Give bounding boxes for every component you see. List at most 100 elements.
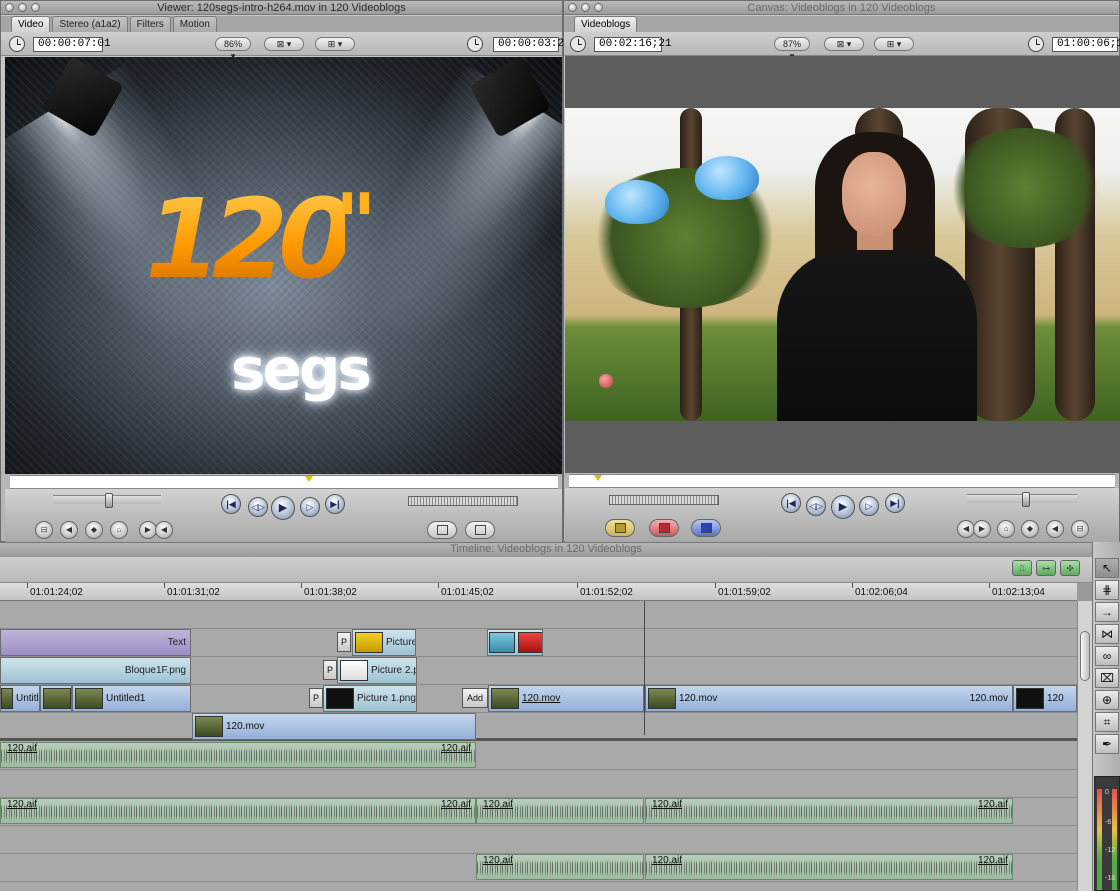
tab-video[interactable]: Video	[11, 16, 51, 32]
canvas-close-icon[interactable]	[568, 3, 577, 12]
canvas-scrubber-bar[interactable]	[569, 474, 1115, 488]
canvas-play-around-button[interactable]: ▷	[859, 496, 879, 516]
viewer-next-edit-button[interactable]: ▶|	[325, 494, 345, 514]
linking-toggle-icon[interactable]: ⊶	[1036, 560, 1056, 576]
viewer-shuttle-slider[interactable]	[53, 493, 161, 508]
viewer-scrubber-bar[interactable]	[10, 475, 558, 489]
viewer-add-keyframe-button[interactable]: ◆	[85, 521, 103, 539]
canvas-playhead-icon[interactable]	[594, 475, 602, 481]
untitled-clip-b[interactable]	[40, 685, 72, 712]
viewer-add-marker-button[interactable]: ⌂	[110, 521, 128, 539]
canvas-add-marker-button[interactable]: ⌂	[997, 520, 1015, 538]
viewer-recent-clips-popup[interactable]	[427, 521, 457, 539]
canvas-zoom-popup[interactable]: 87% ▾	[774, 37, 810, 61]
tab-stereo[interactable]: Stereo (a1a2)	[52, 16, 128, 32]
crop-tool-icon[interactable]: ⌗	[1095, 712, 1119, 732]
audio-clip-a2-c[interactable]: 120.aif 120.aif	[645, 798, 1013, 824]
viewer-play-around-button[interactable]: ▷	[300, 497, 320, 517]
insert-edit-button[interactable]	[605, 519, 635, 537]
twitter-bird-right-icon	[695, 156, 759, 200]
timeline-titlebar[interactable]: Timeline: Videoblogs in 120 Videoblogs	[0, 542, 1092, 556]
picture-1-clip[interactable]: Picture 1.png	[323, 685, 417, 712]
canvas-next-edit-button[interactable]: ▶|	[885, 493, 905, 513]
mov-clip-b[interactable]: 120.mov 120.mov	[645, 685, 1013, 712]
audio-clip-a2-b[interactable]: 120.aif	[476, 798, 644, 824]
untitled1-clip[interactable]: Untitled1	[72, 685, 191, 712]
selection-tool-icon[interactable]: ↖	[1095, 558, 1119, 578]
presenter-shirt	[777, 250, 977, 421]
canvas-titlebar[interactable]: Canvas: Videoblogs in 120 Videoblogs	[564, 1, 1119, 15]
add-transition-flag[interactable]: Add	[462, 688, 488, 708]
canvas-duration-field[interactable]: 00:02:16;21	[594, 37, 672, 52]
viewer-play-in-out-button[interactable]: ◁▷	[248, 497, 268, 517]
viewer-generators-popup[interactable]	[465, 521, 495, 539]
audio-clip-a2[interactable]: 120.aif 120.aif	[0, 798, 476, 824]
audio-clip-a1[interactable]: 120.aif 120.aif	[0, 742, 476, 768]
viewer-overlay-popup[interactable]: ⊞ ▾	[315, 37, 355, 51]
tab-filters[interactable]: Filters	[129, 16, 171, 32]
mov-clip-a[interactable]: 120.mov	[488, 685, 644, 712]
viewer-playhead-icon[interactable]	[305, 476, 313, 482]
viewer-match-frame-button[interactable]: ⊟	[35, 521, 53, 539]
canvas-current-timecode-field[interactable]: 01:00:06;13	[1052, 37, 1120, 52]
canvas-match-frame-button[interactable]: ⊟	[1071, 520, 1089, 538]
canvas-video-frame[interactable]	[565, 108, 1120, 421]
track-forward-tool-icon[interactable]: →	[1095, 602, 1119, 622]
viewer-view-popup[interactable]: ⊠ ▾	[264, 37, 304, 51]
bloque-png-clip[interactable]: Bloque1F.png	[0, 657, 191, 684]
viewer-video-frame[interactable]: 120 " segs	[5, 57, 562, 474]
canvas-view-popup[interactable]: ⊠ ▾	[824, 37, 864, 51]
window-controls	[5, 3, 40, 12]
snapping-toggle-icon[interactable]: ⎍	[1012, 560, 1032, 576]
canvas-overlay-popup[interactable]: ⊞ ▾	[874, 37, 914, 51]
viewer-mark-clip-button[interactable]: ◀	[155, 521, 173, 539]
viewer-zoom-popup[interactable]: 86% ▾	[215, 37, 251, 61]
viewer-mark-in-button[interactable]: ◀	[60, 521, 78, 539]
social-logo-clip[interactable]	[487, 629, 543, 656]
audio-clip-a3-b[interactable]: 120.aif	[476, 854, 644, 880]
canvas-mark-out-button[interactable]: ▶	[973, 520, 991, 538]
canvas-jog-wheel[interactable]	[609, 495, 719, 505]
mov-clip-lower[interactable]: 120.mov	[192, 713, 476, 740]
mov-clip-c[interactable]: 120	[1013, 685, 1077, 712]
replace-edit-button[interactable]	[691, 519, 721, 537]
close-icon[interactable]	[5, 3, 14, 12]
edit-selection-tool-icon[interactable]: ⋕	[1095, 580, 1119, 600]
selection-toggle-icon[interactable]: ✣	[1060, 560, 1080, 576]
untitled-clip-a[interactable]: Untitl	[0, 685, 40, 712]
tab-videoblogs[interactable]: Videoblogs	[574, 16, 638, 32]
tab-motion[interactable]: Motion	[172, 16, 217, 32]
viewer-duration-field[interactable]: 00:00:07:01	[33, 37, 111, 52]
overwrite-edit-button[interactable]	[649, 519, 679, 537]
viewer-jog-wheel[interactable]	[408, 496, 518, 506]
transition-flag[interactable]: P	[309, 688, 323, 708]
ripple-tool-icon[interactable]: ⋈	[1095, 624, 1119, 644]
viewer-play-button[interactable]: ▶	[271, 496, 295, 520]
audio-clip-a3-c[interactable]: 120.aif 120.aif	[645, 854, 1013, 880]
picture-clip[interactable]: Picture	[352, 629, 416, 656]
viewer-titlebar[interactable]: Viewer: 120segs-intro-h264.mov in 120 Vi…	[1, 1, 562, 15]
canvas-zoom-icon[interactable]	[594, 3, 603, 12]
timeline-ruler[interactable]: 01:01:24;02 01:01:31;02 01:01:38;02 01:0…	[0, 583, 1077, 601]
canvas-add-keyframe-button[interactable]: ◆	[1021, 520, 1039, 538]
canvas-play-in-out-button[interactable]: ◁▷	[806, 496, 826, 516]
canvas-prev-edit-button[interactable]: |◀	[781, 493, 801, 513]
minimize-icon[interactable]	[18, 3, 27, 12]
timeline-vertical-scrollbar[interactable]	[1077, 601, 1092, 891]
scrollbar-thumb[interactable]	[1080, 631, 1090, 681]
picture-2-clip[interactable]: Picture 2.p	[337, 657, 417, 684]
transition-flag[interactable]: P	[337, 632, 351, 652]
viewer-current-timecode-field[interactable]: 00:00:03:24	[493, 37, 571, 52]
transition-flag[interactable]: P	[323, 660, 337, 680]
razor-tool-icon[interactable]: ⌧	[1095, 668, 1119, 688]
roll-tool-icon[interactable]: ∞	[1095, 646, 1119, 666]
text-clip[interactable]: Text	[0, 629, 191, 656]
zoom-icon[interactable]	[31, 3, 40, 12]
canvas-minimize-icon[interactable]	[581, 3, 590, 12]
canvas-play-button[interactable]: ▶	[831, 495, 855, 519]
canvas-shuttle-slider[interactable]	[967, 492, 1077, 507]
pen-tool-icon[interactable]: ✒	[1095, 734, 1119, 754]
canvas-mark-in-button[interactable]: ◀	[1046, 520, 1064, 538]
viewer-prev-edit-button[interactable]: |◀	[221, 494, 241, 514]
zoom-tool-icon[interactable]: ⊕	[1095, 690, 1119, 710]
